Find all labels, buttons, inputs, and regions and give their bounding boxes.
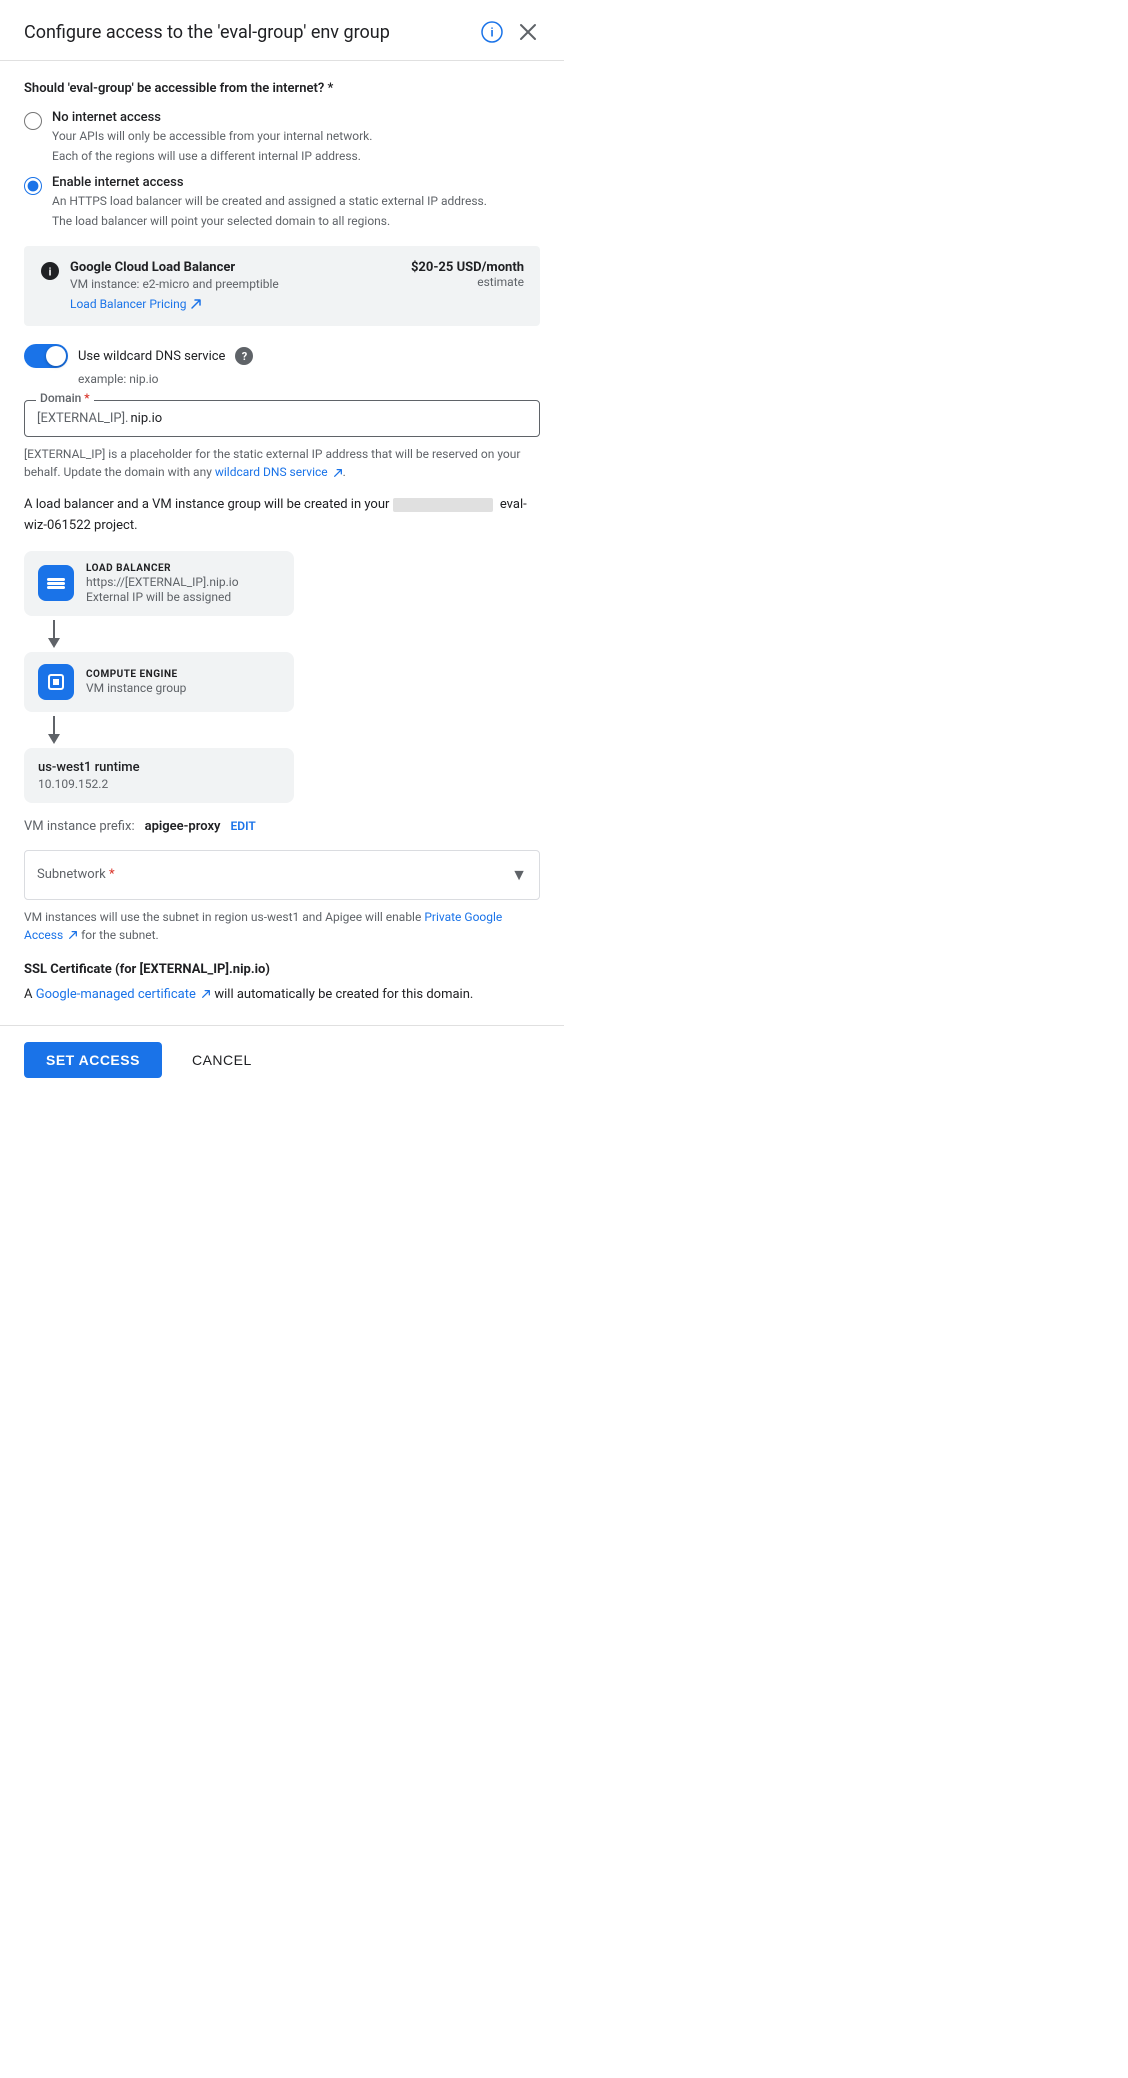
radio-no-internet-desc2: Each of the regions will use a different… — [52, 147, 372, 165]
project-id-blur — [393, 498, 493, 512]
close-icon[interactable] — [516, 20, 540, 44]
radio-option-enable-internet: Enable internet access An HTTPS load bal… — [24, 175, 540, 230]
info-icon[interactable]: i — [480, 20, 504, 44]
radio-enable-internet[interactable] — [24, 177, 42, 195]
svg-text:i: i — [490, 26, 493, 40]
load-balancer-icon — [38, 565, 74, 601]
arch-arrow-1 — [44, 616, 64, 652]
toggle-row: Use wildcard DNS service ? — [24, 344, 540, 368]
dialog: Configure access to the 'eval-group' env… — [0, 0, 564, 1094]
toggle-label: Use wildcard DNS service — [78, 349, 225, 364]
domain-prefix: [EXTERNAL_IP]. — [37, 411, 129, 426]
arch-load-balancer-card: LOAD BALANCER https://[EXTERNAL_IP].nip.… — [24, 551, 294, 616]
dialog-footer: SET ACCESS CANCEL — [0, 1025, 564, 1094]
domain-note: [EXTERNAL_IP] is a placeholder for the s… — [24, 445, 540, 481]
arch-compute-card: COMPUTE ENGINE VM instance group — [24, 652, 294, 712]
toggle-help-icon[interactable]: ? — [235, 347, 253, 365]
lb-card-subtitle: External IP will be assigned — [86, 590, 239, 604]
wildcard-dns-toggle[interactable] — [24, 344, 68, 368]
runtime-ip: 10.109.152.2 — [38, 777, 280, 791]
domain-field: Domain * [EXTERNAL_IP]. nip.io — [24, 400, 540, 437]
header-icons: i — [480, 20, 540, 44]
radio-enable-internet-label: Enable internet access — [52, 175, 487, 190]
radio-no-internet-label: No internet access — [52, 110, 372, 125]
compute-engine-icon — [38, 664, 74, 700]
radio-no-internet[interactable] — [24, 112, 42, 130]
vm-prefix-label: VM instance prefix: — [24, 819, 135, 834]
radio-no-internet-desc1: Your APIs will only be accessible from y… — [52, 127, 372, 145]
info-box-subtitle: VM instance: e2-micro and preemptible — [70, 277, 401, 291]
domain-label: Domain * — [36, 391, 94, 405]
chevron-down-icon: ▼ — [511, 865, 527, 885]
arch-runtime-card: us-west1 runtime 10.109.152.2 — [24, 748, 294, 803]
radio-group: No internet access Your APIs will only b… — [24, 110, 540, 230]
load-balancer-pricing-link[interactable]: Load Balancer Pricing — [70, 297, 202, 311]
radio-enable-internet-desc2: The load balancer will point your select… — [52, 212, 487, 230]
lb-card-title: LOAD BALANCER — [86, 563, 239, 574]
google-managed-cert-link[interactable]: Google-managed certificate — [36, 987, 215, 1002]
svg-text:i: i — [48, 267, 51, 279]
radio-option-no-internet: No internet access Your APIs will only b… — [24, 110, 540, 165]
lb-card-url: https://[EXTERNAL_IP].nip.io — [86, 575, 239, 589]
subnet-note: VM instances will use the subnet in regi… — [24, 908, 540, 944]
runtime-title: us-west1 runtime — [38, 760, 280, 775]
info-box-icon: i — [40, 261, 60, 281]
set-access-button[interactable]: SET ACCESS — [24, 1042, 162, 1078]
info-box-price-sub: estimate — [411, 275, 524, 289]
ssl-note: A Google-managed certificate will automa… — [24, 985, 540, 1006]
radio-enable-internet-desc1: An HTTPS load balancer will be created a… — [52, 192, 487, 210]
toggle-example: example: nip.io — [78, 372, 540, 386]
arch-arrow-2 — [44, 712, 64, 748]
info-box-title: Google Cloud Load Balancer — [70, 260, 401, 275]
dialog-content: Should 'eval-group' be accessible from t… — [0, 61, 564, 1025]
arch-diagram: LOAD BALANCER https://[EXTERNAL_IP].nip.… — [24, 551, 540, 803]
subnetwork-select[interactable]: Subnetwork * ▼ — [24, 850, 540, 900]
project-note: A load balancer and a VM instance group … — [24, 495, 540, 537]
ce-card-subtitle: VM instance group — [86, 681, 186, 695]
section-question: Should 'eval-group' be accessible from t… — [24, 81, 540, 96]
info-box: i Google Cloud Load Balancer VM instance… — [24, 246, 540, 326]
ce-card-title: COMPUTE ENGINE — [86, 669, 186, 680]
vm-prefix-row: VM instance prefix: apigee-proxy EDIT — [24, 819, 540, 834]
domain-input-wrapper[interactable]: [EXTERNAL_IP]. nip.io — [24, 400, 540, 437]
vm-prefix-value: apigee-proxy — [145, 819, 221, 834]
cancel-button[interactable]: CANCEL — [178, 1042, 266, 1078]
info-box-price: $20-25 USD/month — [411, 260, 524, 275]
subnetwork-label: Subnetwork * — [37, 867, 115, 882]
domain-value: nip.io — [131, 411, 163, 426]
ssl-section-title: SSL Certificate (for [EXTERNAL_IP].nip.i… — [24, 962, 540, 977]
dialog-title: Configure access to the 'eval-group' env… — [24, 22, 480, 43]
wildcard-dns-service-link[interactable]: wildcard DNS service — [215, 465, 343, 479]
vm-prefix-edit[interactable]: EDIT — [231, 819, 256, 833]
dialog-header: Configure access to the 'eval-group' env… — [0, 0, 564, 61]
